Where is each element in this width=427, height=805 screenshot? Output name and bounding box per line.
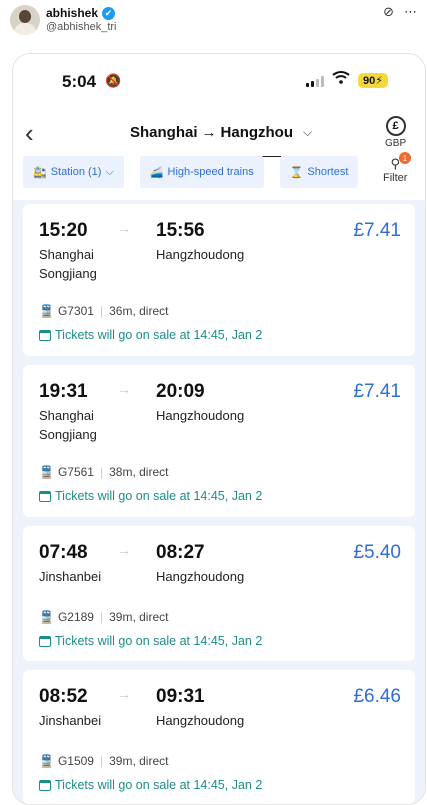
sale-notice: Tickets will go on sale at 14:45, Jan 2 — [39, 489, 262, 503]
sale-text: Tickets will go on sale at 14:45, Jan 2 — [55, 328, 263, 342]
train-number: G2189 — [57, 610, 94, 624]
ticket-price: £7.41 — [353, 381, 401, 402]
sale-text: Tickets will go on sale at 14:45, Jan 2 — [55, 489, 263, 503]
train-info: 🚆 G7301 | 36m, direct — [39, 304, 169, 318]
back-icon[interactable]: ‹ — [25, 118, 34, 149]
train-card[interactable]: 15:20 → 15:56 £7.41 Shanghai Songjiang H… — [23, 204, 415, 356]
currency-label: GBP — [385, 138, 407, 149]
filter-chips: 🚉 Station (1) ⌵ 🚄 High-speed trains ⌛ Sh… — [23, 156, 359, 188]
ticket-price: £6.46 — [353, 686, 401, 707]
route-selector[interactable]: Shanghai → Hangzhou ⌵ — [130, 124, 312, 141]
currency-button[interactable]: £ GBP — [385, 116, 406, 149]
train-info: 🚆 G7561 | 38m, direct — [39, 465, 169, 479]
sale-text: Tickets will go on sale at 14:45, Jan 2 — [55, 778, 263, 792]
route-from: Shanghai — [130, 124, 198, 141]
wifi-icon — [332, 70, 350, 88]
sale-notice: Tickets will go on sale at 14:45, Jan 2 — [39, 328, 262, 342]
route-arrow-icon: → — [201, 124, 217, 141]
chip-label: High-speed trains — [167, 166, 254, 178]
signal-icon — [306, 76, 324, 87]
train-duration: 39m, direct — [109, 610, 169, 624]
train-duration: 36m, direct — [109, 304, 169, 318]
grok-icon[interactable]: ⊘ — [383, 4, 394, 20]
bell-muted-icon: 🔕 — [105, 73, 122, 88]
app-header: ‹ Shanghai → Hangzhou ⌵ £ GBP 🚉 Station … — [13, 104, 425, 200]
arrival-station: Hangzhoudong — [156, 713, 245, 728]
train-duration: 39m, direct — [109, 754, 169, 768]
chevron-down-icon: ⌵ — [303, 125, 313, 139]
arrow-icon: → — [117, 542, 131, 558]
arrival-time: 15:56 — [156, 220, 205, 241]
train-card[interactable]: 08:52 → 09:31 £6.46 Jinshanbei Hangzhoud… — [23, 670, 415, 804]
status-bar: 5:04 🔕 90 ⚡ — [13, 54, 425, 104]
filter-badge: 1 — [399, 152, 411, 164]
train-card[interactable]: 07:48 → 08:27 £5.40 Jinshanbei Hangzhoud… — [23, 526, 415, 661]
chip-high-speed-trains[interactable]: 🚄 High-speed trains — [139, 156, 264, 188]
battery-indicator: 90 ⚡ — [358, 73, 388, 88]
post-header: abhishek ✔ @abhishek_tri ⊘ ⋯ — [0, 0, 427, 48]
arrival-station: Hangzhoudong — [156, 408, 245, 423]
train-number: G7561 — [57, 465, 94, 479]
train-icon: 🚆 — [39, 304, 54, 318]
train-duration: 38m, direct — [109, 465, 169, 479]
phone-screenshot: 5:04 🔕 90 ⚡ ‹ Shanghai → Hangzhou ⌵ £ GBP… — [12, 53, 426, 805]
train-number: G1509 — [57, 754, 94, 768]
filter-label: Filter — [383, 172, 408, 184]
filter-icon: ⚲ 1 — [383, 152, 411, 172]
departure-time: 07:48 — [39, 542, 88, 563]
chip-label: Shortest — [307, 166, 349, 178]
chevron-down-icon: ⌵ — [105, 165, 114, 178]
arrival-time: 09:31 — [156, 686, 205, 707]
more-icon[interactable]: ⋯ — [404, 4, 417, 20]
arrival-time: 08:27 — [156, 542, 205, 563]
train-number: G7301 — [57, 304, 94, 318]
author-name-text: abhishek — [46, 6, 99, 20]
calendar-icon — [39, 329, 51, 341]
train-info: 🚆 G2189 | 39m, direct — [39, 610, 169, 624]
train-icon: 🚆 — [39, 610, 54, 624]
sale-text: Tickets will go on sale at 14:45, Jan 2 — [55, 634, 263, 648]
calendar-icon — [39, 635, 51, 647]
avatar[interactable] — [10, 5, 40, 35]
status-time: 5:04 — [62, 72, 97, 91]
train-icon: 🚄 — [149, 166, 164, 179]
filter-button[interactable]: ⚲ 1 Filter — [383, 152, 411, 184]
train-card[interactable]: 19:31 → 20:09 £7.41 Shanghai Songjiang H… — [23, 365, 415, 517]
departure-time: 08:52 — [39, 686, 88, 707]
departure-station: Shanghai Songjiang — [39, 408, 97, 442]
battery-level: 90 — [363, 74, 376, 87]
chip-station[interactable]: 🚉 Station (1) ⌵ — [23, 156, 124, 188]
train-icon: 🚆 — [39, 754, 54, 768]
train-info: 🚆 G1509 | 39m, direct — [39, 754, 169, 768]
sale-notice: Tickets will go on sale at 14:45, Jan 2 — [39, 778, 262, 792]
verified-badge-icon: ✔ — [102, 6, 116, 20]
calendar-icon — [39, 779, 51, 791]
departure-time: 19:31 — [39, 381, 88, 402]
chip-label: Station (1) — [50, 166, 102, 178]
arrow-icon: → — [117, 686, 131, 702]
departure-station: Shanghai Songjiang — [39, 247, 97, 281]
departure-time: 15:20 — [39, 220, 88, 241]
station-icon: 🚉 — [33, 166, 47, 179]
departure-station: Jinshanbei — [39, 569, 102, 584]
route-to: Hangzhou — [220, 124, 294, 141]
hourglass-icon: ⌛ — [289, 166, 304, 179]
arrival-station: Hangzhoudong — [156, 569, 245, 584]
currency-exchange-icon: £ — [385, 116, 406, 136]
chip-shortest[interactable]: ⌛ Shortest — [279, 156, 359, 188]
arrow-icon: → — [117, 381, 131, 397]
sale-notice: Tickets will go on sale at 14:45, Jan 2 — [39, 634, 262, 648]
calendar-icon — [39, 490, 51, 502]
train-icon: 🚆 — [39, 465, 54, 479]
post-author-handle[interactable]: @abhishek_tri — [46, 21, 116, 33]
arrival-station: Hangzhoudong — [156, 247, 245, 262]
ticket-price: £5.40 — [353, 542, 401, 563]
ticket-price: £7.41 — [353, 220, 401, 241]
departure-station: Jinshanbei — [39, 713, 102, 728]
arrow-icon: → — [117, 220, 131, 236]
arrival-time: 20:09 — [156, 381, 205, 402]
train-list: 15:20 → 15:56 £7.41 Shanghai Songjiang H… — [23, 204, 415, 804]
post-author-name[interactable]: abhishek ✔ — [46, 6, 116, 20]
